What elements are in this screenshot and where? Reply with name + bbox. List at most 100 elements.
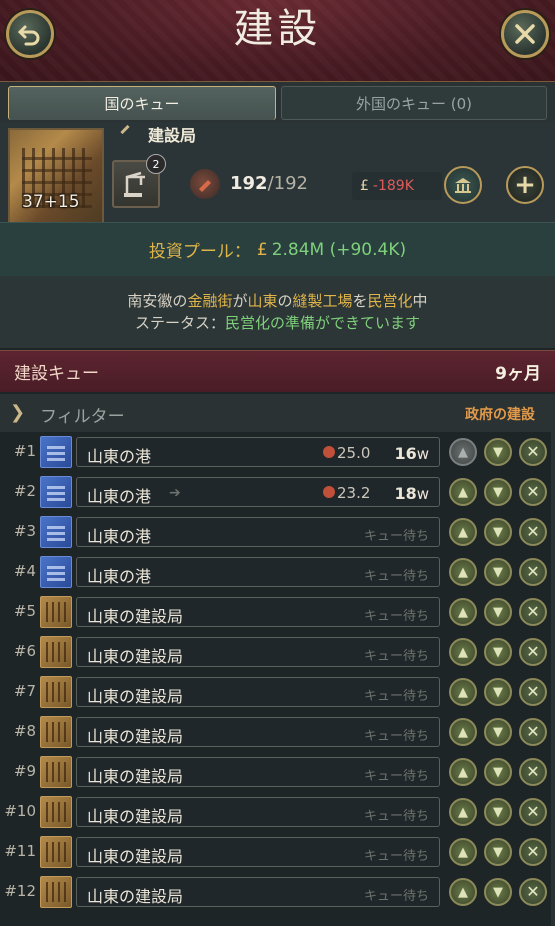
construction-icon — [40, 636, 72, 668]
remove-button[interactable]: ✕ — [519, 718, 547, 746]
queue-item-bar[interactable]: 山東の建設局 キュー待ち — [76, 837, 440, 867]
queue-item-bar[interactable]: 山東の港 キュー待ち — [76, 517, 440, 547]
queue-item-bar[interactable]: 山東の建設局 キュー待ち — [76, 677, 440, 707]
queue-item-bar[interactable]: 山東の建設局 キュー待ち — [76, 637, 440, 667]
tab-domestic-queue[interactable]: 国のキュー — [8, 86, 276, 120]
arrow-down-icon: ▼ — [493, 564, 503, 580]
queue-item-bar[interactable]: 山東の港 ➔ 23.2 18w — [76, 477, 440, 507]
remove-button[interactable]: ✕ — [519, 678, 547, 706]
remove-button[interactable]: ✕ — [519, 558, 547, 586]
move-up-button[interactable]: ▲ — [449, 758, 477, 786]
move-down-button[interactable]: ▼ — [484, 638, 512, 666]
queue-item-name: 山東の港 — [87, 447, 152, 466]
remove-button[interactable]: ✕ — [519, 438, 547, 466]
construction-icon — [40, 596, 72, 628]
queue-row[interactable]: #1 山東の港 25.0 16w ▲ ▼ ✕ — [0, 432, 555, 472]
arrow-up-icon: ▲ — [458, 564, 468, 580]
queue-row[interactable]: #7 山東の建設局 キュー待ち ▲ ▼ ✕ — [0, 672, 555, 712]
building-card: 37+15 建設局 2 192/192 £ -189K + — [0, 122, 555, 234]
remove-button[interactable]: ✕ — [519, 598, 547, 626]
production-method-button[interactable]: 2 — [112, 154, 166, 208]
crane-icon — [124, 171, 145, 197]
filter-bar[interactable]: ❯ フィルター 政府の建設 — [0, 394, 555, 432]
close-icon: ✕ — [526, 802, 540, 821]
arrow-down-icon: ▼ — [493, 524, 503, 540]
move-up-button[interactable]: ▲ — [449, 718, 477, 746]
queue-row[interactable]: #10 山東の建設局 キュー待ち ▲ ▼ ✕ — [0, 792, 555, 832]
queue-row[interactable]: #9 山東の建設局 キュー待ち ▲ ▼ ✕ — [0, 752, 555, 792]
queue-item-bar[interactable]: 山東の建設局 キュー待ち — [76, 877, 440, 907]
move-down-button[interactable]: ▼ — [484, 838, 512, 866]
move-up-button[interactable]: ▲ — [449, 678, 477, 706]
tab-foreign-queue[interactable]: 外国のキュー (0) — [281, 86, 547, 120]
queue-position: #8 — [13, 722, 36, 740]
move-up-button[interactable]: ▲ — [449, 478, 477, 506]
move-down-button[interactable]: ▼ — [484, 678, 512, 706]
move-up-button[interactable]: ▲ — [449, 598, 477, 626]
port-icon — [40, 436, 72, 468]
move-down-button[interactable]: ▼ — [484, 758, 512, 786]
building-thumbnail[interactable]: 37+15 — [8, 128, 104, 234]
building-level: 37+15 — [22, 192, 80, 212]
queue-position: #9 — [13, 762, 36, 780]
chevron-right-icon[interactable]: ❯ — [10, 402, 25, 423]
remove-button[interactable]: ✕ — [519, 638, 547, 666]
arrow-up-icon: ▲ — [458, 644, 468, 660]
move-up-button[interactable]: ▲ — [449, 798, 477, 826]
move-down-button[interactable]: ▼ — [484, 518, 512, 546]
arrow-down-icon: ▼ — [493, 844, 503, 860]
move-up-button[interactable]: ▲ — [449, 878, 477, 906]
employment-value: 192/192 — [230, 173, 308, 194]
queue-item-bar[interactable]: 山東の港 キュー待ち — [76, 557, 440, 587]
close-button[interactable] — [501, 10, 549, 58]
move-up-button[interactable]: ▲ — [449, 518, 477, 546]
queue-item-name: 山東の建設局 — [87, 847, 184, 866]
move-down-button[interactable]: ▼ — [484, 438, 512, 466]
move-down-button[interactable]: ▼ — [484, 598, 512, 626]
queue-row[interactable]: #6 山東の建設局 キュー待ち ▲ ▼ ✕ — [0, 632, 555, 672]
add-building-button[interactable]: + — [506, 166, 544, 204]
queue-item-bar[interactable]: 山東の港 25.0 16w — [76, 437, 440, 467]
arrow-up-icon: ▲ — [458, 524, 468, 540]
move-up-button[interactable]: ▲ — [449, 638, 477, 666]
construction-points: 25.0 — [337, 444, 371, 462]
queue-item-name: 山東の港 — [87, 487, 152, 506]
queue-item-bar[interactable]: 山東の建設局 キュー待ち — [76, 717, 440, 747]
move-down-button[interactable]: ▼ — [484, 798, 512, 826]
move-up-button[interactable]: ▲ — [449, 438, 477, 466]
arrow-down-icon: ▼ — [493, 444, 503, 460]
queue-item-bar[interactable]: 山東の建設局 キュー待ち — [76, 597, 440, 627]
queue-row[interactable]: #11 山東の建設局 キュー待ち ▲ ▼ ✕ — [0, 832, 555, 872]
remove-button[interactable]: ✕ — [519, 758, 547, 786]
arrow-right-icon: ➔ — [169, 485, 181, 501]
move-down-button[interactable]: ▼ — [484, 718, 512, 746]
government-building-button[interactable] — [444, 166, 482, 204]
remove-button[interactable]: ✕ — [519, 478, 547, 506]
remove-button[interactable]: ✕ — [519, 878, 547, 906]
queue-row[interactable]: #2 山東の港 ➔ 23.2 18w ▲ ▼ ✕ — [0, 472, 555, 512]
queue-row[interactable]: #8 山東の建設局 キュー待ち ▲ ▼ ✕ — [0, 712, 555, 752]
remove-button[interactable]: ✕ — [519, 518, 547, 546]
status-line-1: 南安徽の金融街が山東の縫製工場を民営化中 — [127, 292, 428, 310]
queue-row[interactable]: #12 山東の建設局 キュー待ち ▲ ▼ ✕ — [0, 872, 555, 912]
move-up-button[interactable]: ▲ — [449, 558, 477, 586]
arrow-down-icon: ▼ — [493, 604, 503, 620]
queue-item-bar[interactable]: 山東の建設局 キュー待ち — [76, 797, 440, 827]
queue-row[interactable]: #3 山東の港 キュー待ち ▲ ▼ ✕ — [0, 512, 555, 552]
method-count-badge: 2 — [146, 154, 166, 174]
queue-status: キュー待ち — [363, 729, 429, 744]
queue-row[interactable]: #4 山東の港 キュー待ち ▲ ▼ ✕ — [0, 552, 555, 592]
scrollbar[interactable] — [551, 432, 555, 926]
queue-item-bar[interactable]: 山東の建設局 キュー待ち — [76, 757, 440, 787]
close-icon: ✕ — [526, 442, 540, 461]
queue-row[interactable]: #5 山東の建設局 キュー待ち ▲ ▼ ✕ — [0, 592, 555, 632]
move-down-button[interactable]: ▼ — [484, 558, 512, 586]
move-up-button[interactable]: ▲ — [449, 838, 477, 866]
filter-label: フィルター — [40, 407, 125, 427]
remove-button[interactable]: ✕ — [519, 838, 547, 866]
remove-button[interactable]: ✕ — [519, 798, 547, 826]
queue-position: #6 — [13, 642, 36, 660]
move-down-button[interactable]: ▼ — [484, 478, 512, 506]
pencil-icon — [120, 124, 130, 135]
move-down-button[interactable]: ▼ — [484, 878, 512, 906]
